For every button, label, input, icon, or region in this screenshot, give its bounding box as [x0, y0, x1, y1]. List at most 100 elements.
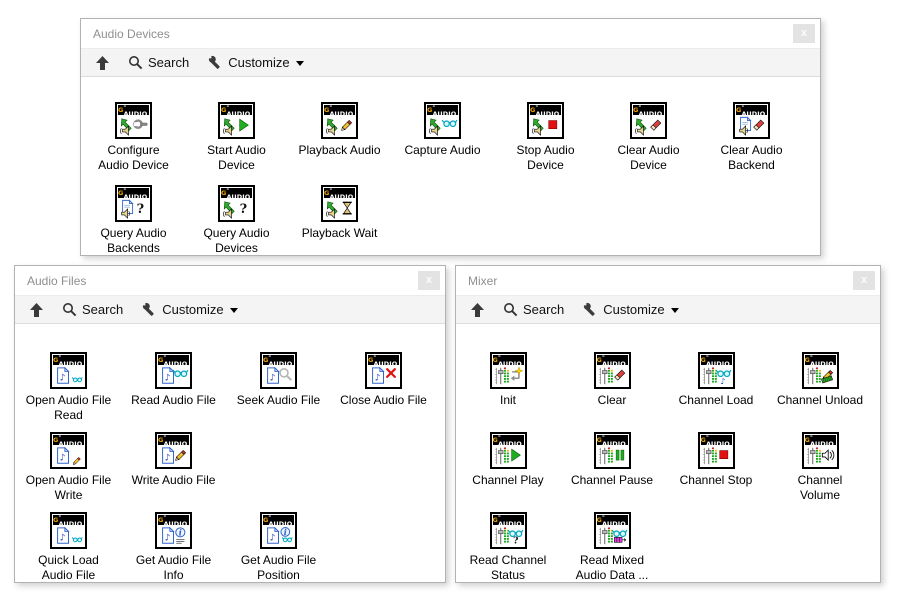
search-button[interactable]: Search [128, 55, 189, 70]
icon-art: ♪ [158, 445, 189, 466]
icon-brand-banner: G-AUDIO [427, 105, 458, 115]
mixer-glasses-note-icon: ♪ [701, 366, 732, 386]
palette-row: G-AUDIOChannel PlayG-AUDIOChannel PauseG… [456, 432, 880, 512]
palette-item[interactable]: G-AUDIO♪Seek Audio File [226, 352, 331, 432]
icon-art [597, 445, 628, 466]
vi-icon[interactable]: G-AUDIO? [115, 185, 152, 222]
mixer-pencil-chip-icon [805, 366, 836, 386]
palette-item[interactable]: G-AUDIOChannel Unload [768, 352, 872, 432]
palette-item[interactable]: G-AUDIO♪Write Audio File [121, 432, 226, 512]
vi-icon[interactable]: G-AUDIO [802, 352, 839, 389]
search-label: Search [148, 55, 189, 70]
up-button[interactable] [96, 56, 109, 70]
vi-icon[interactable]: G-AUDIO [218, 102, 255, 139]
vi-icon[interactable]: G-AUDIO♪ [155, 352, 192, 389]
palette-item[interactable]: G-AUDIOStart Audio Device [185, 102, 288, 185]
vi-icon[interactable]: G-AUDIO♪i [260, 512, 297, 549]
icon-brand-banner: G-AUDIO [368, 355, 399, 365]
palette-row: G-AUDIO♪Quick Load Audio FileG-AUDIO♪iGe… [16, 512, 445, 592]
icon-art [633, 115, 664, 136]
vi-icon[interactable]: G-AUDIO [527, 102, 564, 139]
palette-item[interactable]: G-AUDIOStop Audio Device [494, 102, 597, 185]
svg-text:♪: ♪ [165, 453, 171, 463]
vi-icon[interactable]: G-AUDIO [424, 102, 461, 139]
svg-text:?: ? [240, 201, 247, 216]
search-button[interactable]: Search [62, 302, 123, 317]
svg-text:♪: ♪ [165, 373, 171, 383]
vi-icon[interactable]: G-AUDIO♪i [155, 512, 192, 549]
vi-icon[interactable]: G-AUDIO♪ [698, 352, 735, 389]
palette-item[interactable]: G-AUDIOClear Audio Device [597, 102, 700, 185]
palette-item[interactable]: G-AUDIOClear Audio Backend [700, 102, 803, 185]
icon-art [736, 115, 767, 136]
search-icon [503, 302, 518, 317]
palette-item[interactable]: G-AUDIOChannel Stop [664, 432, 768, 512]
palette-item[interactable]: G-AUDIO♪Open Audio File Read [16, 352, 121, 432]
palette-item[interactable]: G-AUDIOClear [560, 352, 664, 432]
icon-brand-banner: G-AUDIO [805, 355, 836, 365]
vi-icon[interactable]: G-AUDIO? [490, 512, 527, 549]
palette-item[interactable]: G-AUDIOChannel Play [456, 432, 560, 512]
vi-icon[interactable]: G-AUDIO [594, 432, 631, 469]
vi-icon[interactable]: G-AUDIO [594, 512, 631, 549]
vi-icon[interactable]: G-AUDIO [594, 352, 631, 389]
vi-icon[interactable]: G-AUDIO [733, 102, 770, 139]
vi-icon[interactable]: G-AUDIO♪ [365, 352, 402, 389]
palette-item[interactable]: G-AUDIOConfigure Audio Device [82, 102, 185, 185]
palette-item[interactable]: G-AUDIO♪iGet Audio File Info [121, 512, 226, 592]
vi-icon[interactable]: G-AUDIO [115, 102, 152, 139]
icon-brand-banner: G-AUDIO [324, 105, 355, 115]
toolbar: Search Customize [81, 48, 820, 77]
palette-row: G-AUDIOInitG-AUDIOClearG-AUDIO♪Channel L… [456, 352, 880, 432]
filedoc-pencil-icon: ♪ [158, 446, 189, 466]
palette-item[interactable]: G-AUDIOPlayback Wait [288, 185, 391, 268]
customize-button[interactable]: Customize [208, 55, 303, 70]
palette-item[interactable]: G-AUDIOChannel Volume [768, 432, 872, 512]
up-button[interactable] [471, 303, 484, 317]
palette-item[interactable]: G-AUDIOPlayback Audio [288, 102, 391, 185]
chevron-down-icon [296, 61, 304, 66]
device-play-icon [221, 116, 252, 136]
palette-item[interactable]: G-AUDIOCapture Audio [391, 102, 494, 185]
vi-icon[interactable]: G-AUDIO [630, 102, 667, 139]
palette-item[interactable]: G-AUDIO♪Channel Load [664, 352, 768, 432]
up-button[interactable] [30, 303, 43, 317]
customize-label: Customize [162, 302, 223, 317]
search-button[interactable]: Search [503, 302, 564, 317]
palette-item[interactable]: G-AUDIO♪iGet Audio File Position [226, 512, 331, 592]
vi-icon[interactable]: G-AUDIO♪ [50, 432, 87, 469]
vi-icon[interactable]: G-AUDIO♪ [50, 512, 87, 549]
vi-icon[interactable]: G-AUDIO [321, 185, 358, 222]
vi-icon[interactable]: G-AUDIO [490, 432, 527, 469]
palette-item[interactable]: G-AUDIO♪Open Audio File Write [16, 432, 121, 512]
vi-icon[interactable]: G-AUDIO [698, 432, 735, 469]
palette-item[interactable]: G-AUDIOInit [456, 352, 560, 432]
palette-item-label: Query Audio Devices [203, 226, 269, 256]
window-mixer: Mixer x Search Customize G-AUDIOInitG-AU… [455, 265, 881, 583]
vi-icon[interactable]: G-AUDIO? [218, 185, 255, 222]
toolbar: Search Customize [15, 295, 445, 324]
palette-row: G-AUDIO?Query Audio BackendsG-AUDIO?Quer… [82, 185, 820, 268]
palette-item[interactable]: G-AUDIOChannel Pause [560, 432, 664, 512]
vi-icon[interactable]: G-AUDIO♪ [50, 352, 87, 389]
close-button[interactable]: x [418, 271, 440, 290]
icon-art [427, 115, 458, 136]
palette-item[interactable]: G-AUDIO♪Read Audio File [121, 352, 226, 432]
palette-item[interactable]: G-AUDIO? Query Audio Devices [185, 185, 288, 268]
palette-item[interactable]: G-AUDIO♪Close Audio File [331, 352, 436, 432]
palette-item[interactable]: G-AUDIO?Query Audio Backends [82, 185, 185, 268]
vi-icon[interactable]: G-AUDIO [802, 432, 839, 469]
customize-button[interactable]: Customize [142, 302, 237, 317]
palette-item[interactable]: G-AUDIORead Mixed Audio Data ... [560, 512, 664, 592]
svg-text:♪: ♪ [60, 453, 66, 463]
close-button[interactable]: x [853, 271, 875, 290]
vi-icon[interactable]: G-AUDIO [490, 352, 527, 389]
vi-icon[interactable]: G-AUDIO [321, 102, 358, 139]
palette-item[interactable]: G-AUDIO♪Quick Load Audio File [16, 512, 121, 592]
close-button[interactable]: x [793, 24, 815, 43]
customize-button[interactable]: Customize [583, 302, 678, 317]
palette-item[interactable]: G-AUDIO?Read Channel Status [456, 512, 560, 592]
vi-icon[interactable]: G-AUDIO♪ [155, 432, 192, 469]
vi-icon[interactable]: G-AUDIO♪ [260, 352, 297, 389]
icon-art [597, 365, 628, 386]
